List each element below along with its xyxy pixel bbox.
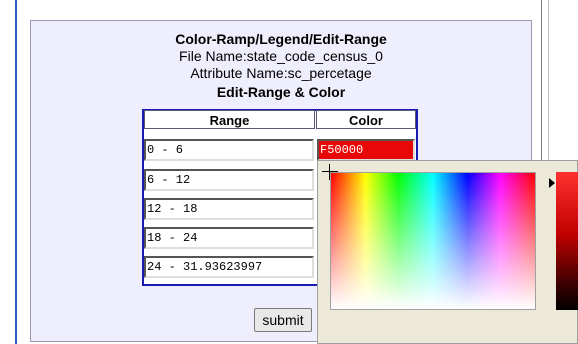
triangle-right-icon[interactable] [549, 178, 555, 188]
submit-button[interactable]: submit [254, 308, 312, 332]
range-input[interactable]: 12 - 18 [144, 198, 314, 220]
range-input[interactable]: 6 - 12 [144, 169, 314, 191]
file-name-label: File Name:state_code_census_0 [179, 48, 383, 64]
range-input[interactable]: 24 - 31.93623997 [144, 256, 314, 278]
page-title: Color-Ramp/Legend/Edit-Range [175, 31, 387, 47]
range-input[interactable]: 18 - 24 [144, 227, 314, 249]
column-header-range: Range [144, 110, 315, 129]
frame-left-border [15, 0, 17, 344]
crosshair-icon[interactable] [322, 164, 338, 180]
section-subtitle: Edit-Range & Color [216, 84, 346, 100]
color-input[interactable]: F50000 [317, 139, 415, 161]
column-header-color: Color [316, 110, 416, 129]
luminance-slider[interactable] [556, 172, 578, 310]
range-input[interactable]: 0 - 6 [144, 139, 314, 161]
attribute-name-label: Attribute Name:sc_percetage [190, 65, 372, 81]
color-spectrum[interactable] [330, 172, 536, 310]
